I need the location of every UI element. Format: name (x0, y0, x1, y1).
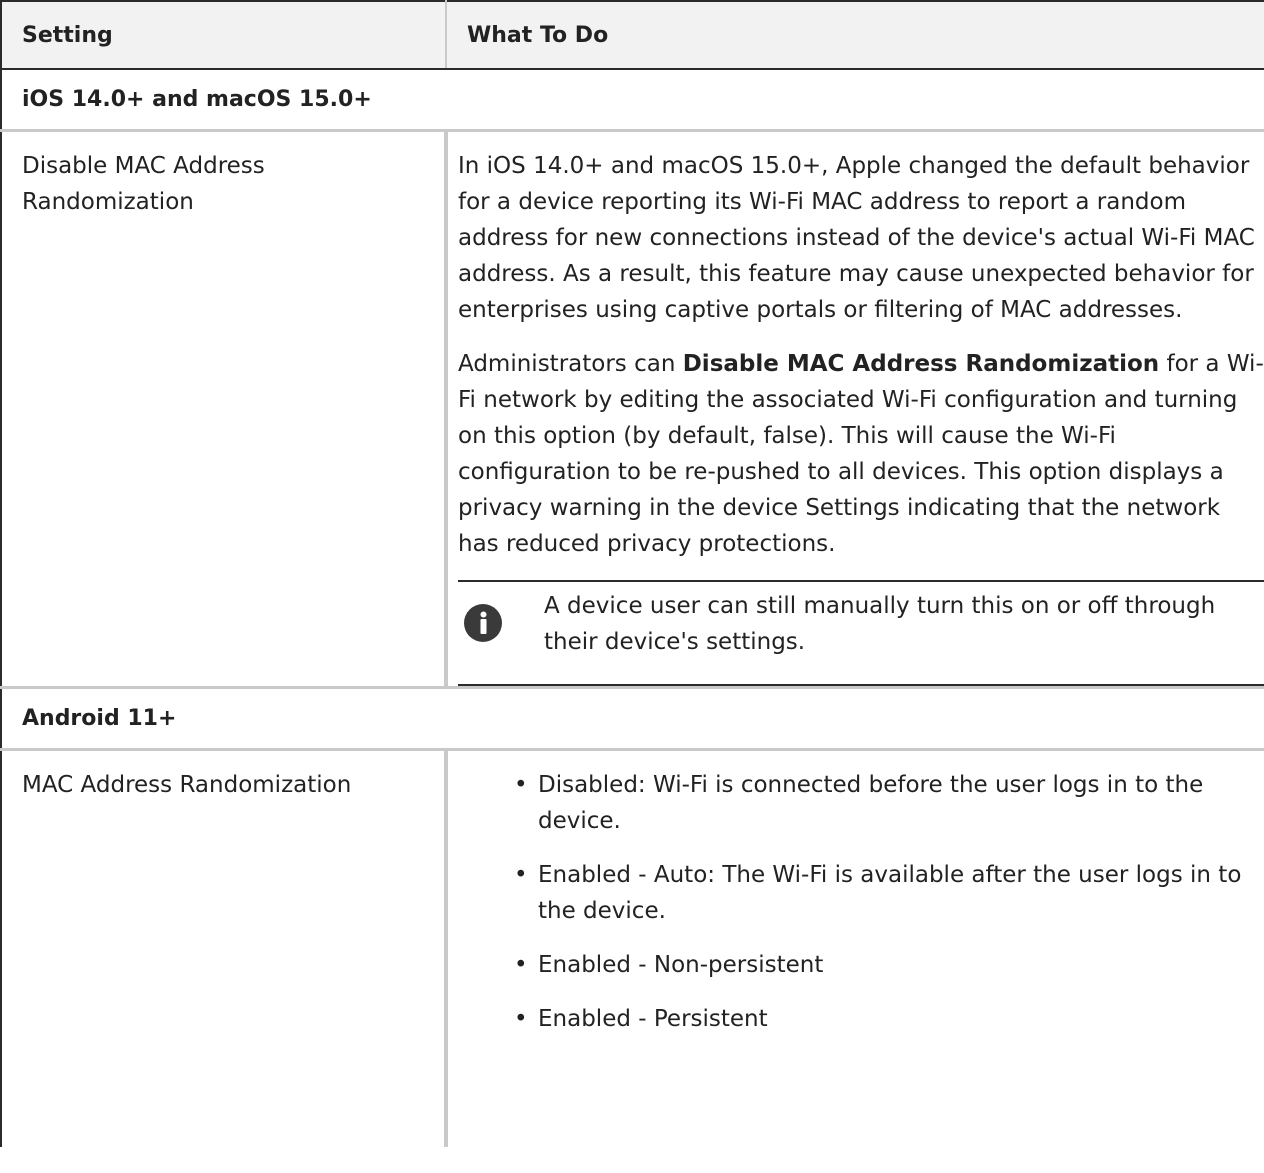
bullet-icon: • (514, 952, 528, 978)
option-name-emphasis: Disable MAC Address Randomization (682, 351, 1160, 377)
note-text: A device user can still manually turn th… (544, 593, 1216, 655)
section-row-android: Android 11+ (0, 687, 1264, 751)
section-row-ios: iOS 14.0+ and macOS 15.0+ (0, 69, 1264, 132)
description-paragraph-admin: Administrators can Disable MAC Address R… (458, 346, 1264, 562)
what-to-do-cell: In iOS 14.0+ and macOS 15.0+, Apple chan… (446, 130, 1264, 689)
paragraph-text: Administrators can (458, 351, 683, 377)
list-item: • Disabled: Wi-Fi is connected before the… (514, 767, 1264, 839)
section-title-ios: iOS 14.0+ and macOS 15.0+ (0, 69, 1264, 132)
bullet-icon: • (514, 772, 528, 798)
info-icon (464, 604, 502, 642)
list-item-text: Disabled: Wi-Fi is connected before the … (538, 772, 1204, 834)
list-item-text: Enabled - Persistent (538, 1006, 768, 1032)
list-item: • Enabled - Auto: The Wi-Fi is available … (514, 857, 1264, 929)
bullet-icon: • (514, 1006, 528, 1032)
section-title-android: Android 11+ (0, 687, 1264, 751)
list-item: • Enabled - Persistent (514, 1001, 1264, 1037)
header-what-to-do: What To Do (446, 0, 1264, 70)
list-item: • Enabled - Non-persistent (514, 947, 1264, 983)
list-item-text: Enabled - Auto: The Wi-Fi is available a… (538, 862, 1242, 924)
table-row: MAC Address Randomization • Disabled: Wi-… (0, 749, 1264, 1147)
header-setting: Setting (0, 0, 447, 70)
setting-cell: Disable MAC Address Randomization (0, 130, 448, 689)
description-paragraph: In iOS 14.0+ and macOS 15.0+, Apple chan… (458, 153, 1255, 323)
list-item-text: Enabled - Non-persistent (538, 952, 824, 978)
bullet-icon: • (514, 862, 528, 888)
what-to-do-cell: • Disabled: Wi-Fi is connected before the… (446, 749, 1264, 1147)
setting-cell: MAC Address Randomization (0, 749, 448, 1147)
paragraph-text: for a Wi-Fi network by editing the assoc… (458, 351, 1264, 557)
settings-table: Setting What To Do iOS 14.0+ and macOS 1… (0, 0, 1264, 1147)
options-list: • Disabled: Wi-Fi is connected before the… (458, 767, 1264, 1037)
note-box: A device user can still manually turn th… (458, 580, 1264, 686)
table-row: Disable MAC Address Randomization In iOS… (0, 130, 1264, 689)
table-header-row: Setting What To Do (0, 0, 1264, 70)
